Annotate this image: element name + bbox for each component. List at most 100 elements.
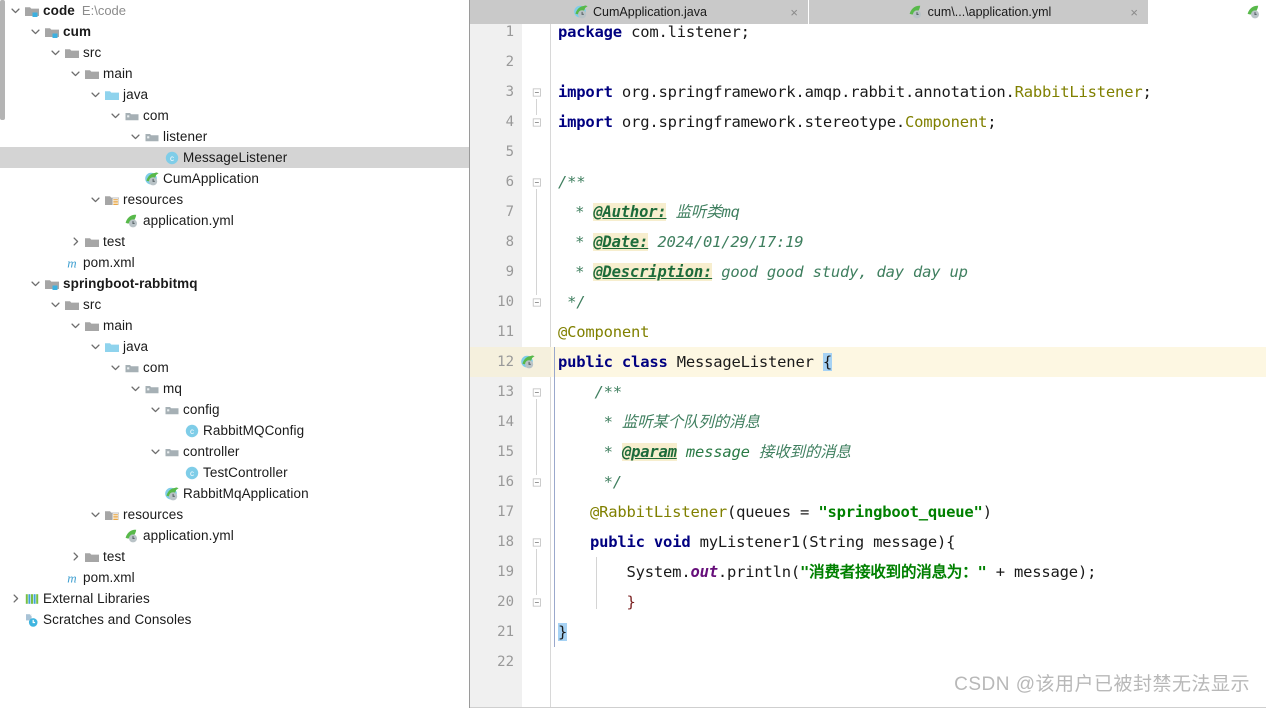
tree-row[interactable]: CumApplication [0, 168, 469, 189]
code-line[interactable]: * @Description: good good study, day day… [566, 257, 968, 287]
tree-row[interactable]: mq [0, 378, 469, 399]
code-line[interactable]: package com.listener; [558, 24, 750, 47]
chevron-right-icon[interactable] [8, 588, 23, 609]
chevron-down-icon[interactable] [108, 357, 123, 378]
chevron-down-icon[interactable] [148, 441, 163, 462]
chevron-down-icon[interactable] [148, 399, 163, 420]
code-fold-toggle[interactable] [530, 467, 546, 497]
code-line[interactable]: } [558, 587, 636, 617]
code-fold-toggle[interactable] [530, 107, 546, 137]
tree-row-label: com [143, 360, 169, 375]
token-punct: } [590, 593, 636, 611]
project-tree[interactable]: code E:\code cum src main java com listener c Mes… [0, 0, 469, 630]
project-tool-window[interactable]: code E:\code cum src main java com listener c Mes… [0, 0, 470, 708]
tree-row[interactable]: java [0, 84, 469, 105]
code-line[interactable]: public class MessageListener { [558, 347, 832, 377]
tree-row[interactable]: listener [0, 126, 469, 147]
code-line[interactable]: } [558, 617, 567, 647]
tree-row[interactable]: External Libraries [0, 588, 469, 609]
tree-row[interactable]: java [0, 336, 469, 357]
chevron-down-icon[interactable] [88, 189, 103, 210]
tree-row[interactable]: main [0, 63, 469, 84]
chevron-down-icon[interactable] [48, 294, 63, 315]
chevron-down-icon[interactable] [128, 126, 143, 147]
code-fold-toggle[interactable] [530, 287, 546, 317]
tree-row[interactable]: application.yml [0, 210, 469, 231]
tree-row[interactable]: com [0, 105, 469, 126]
tree-row[interactable]: code E:\code [0, 0, 469, 21]
code-line[interactable]: */ [558, 467, 622, 497]
code-line[interactable]: * 监听某个队列的消息 [558, 407, 760, 437]
tree-row-label: src [83, 45, 102, 60]
tree-row[interactable]: c RabbitMQConfig [0, 420, 469, 441]
tree-row[interactable]: Scratches and Consoles [0, 609, 469, 630]
code-line[interactable]: public void myListener1(String message){ [558, 527, 956, 557]
editor-tab[interactable] [1149, 0, 1266, 24]
tree-row[interactable]: springboot-rabbitmq [0, 273, 469, 294]
chevron-down-icon[interactable] [68, 315, 83, 336]
chevron-down-icon[interactable] [8, 0, 23, 21]
code-line[interactable]: import org.springframework.stereotype.Co… [558, 107, 997, 137]
tree-row[interactable]: c TestController [0, 462, 469, 483]
tree-row[interactable]: test [0, 231, 469, 252]
tree-row[interactable]: resources [0, 189, 469, 210]
tree-row[interactable]: m pom.xml [0, 567, 469, 588]
chevron-down-icon[interactable] [28, 21, 43, 42]
code-fold-toggle[interactable] [530, 527, 546, 557]
tree-row-label: controller [183, 444, 240, 459]
chevron-down-icon[interactable] [88, 504, 103, 525]
chevron-down-icon[interactable] [48, 42, 63, 63]
tree-row[interactable]: config [0, 399, 469, 420]
editor-tab-bar[interactable]: CumApplication.java × cum\...\application.… [470, 0, 1266, 24]
tree-indent-spacer [0, 336, 88, 357]
line-number: 8 [505, 234, 514, 250]
spring-bean-gutter-icon[interactable] [518, 347, 538, 377]
code-fold-toggle[interactable] [530, 587, 546, 617]
tree-row[interactable]: resources [0, 504, 469, 525]
tree-row[interactable]: RabbitMqApplication [0, 483, 469, 504]
code-line[interactable]: /** [558, 377, 623, 407]
code-line[interactable]: * @Author: 监听类mq [566, 197, 740, 227]
editor-body[interactable]: 1 2 3 4 5 6 7 8 9 10 11 12 13 14 15 16 17 18 19 20 21 22 packa… [470, 24, 1266, 708]
code-fold-toggle[interactable] [530, 377, 546, 407]
code-line[interactable]: import org.springframework.amqp.rabbit.a… [558, 77, 1152, 107]
chevron-down-icon[interactable] [108, 105, 123, 126]
tree-row[interactable]: cum [0, 21, 469, 42]
line-number: 14 [497, 414, 514, 430]
code-fold-toggle[interactable] [530, 167, 546, 197]
close-icon[interactable]: × [790, 6, 798, 19]
chevron-down-icon[interactable] [88, 336, 103, 357]
chevron-down-icon[interactable] [68, 63, 83, 84]
project-tree-scrollbar[interactable] [0, 0, 5, 120]
tree-row[interactable]: test [0, 546, 469, 567]
chevron-right-icon[interactable] [68, 546, 83, 567]
code-line[interactable]: @Component [558, 317, 650, 347]
chevron-right-icon[interactable] [68, 231, 83, 252]
chevron-down-icon[interactable] [128, 378, 143, 399]
code-line[interactable]: @RabbitListener(queues = "springboot_que… [558, 497, 992, 527]
code-fold-toggle[interactable] [530, 77, 546, 107]
tree-row-label: MessageListener [183, 150, 288, 165]
code-line[interactable]: */ [558, 287, 585, 317]
close-icon[interactable]: × [1130, 6, 1138, 19]
line-number: 5 [505, 144, 514, 160]
editor-tab[interactable]: cum\...\application.yml × [809, 0, 1149, 24]
chevron-down-icon[interactable] [28, 273, 43, 294]
code-text-area[interactable]: 1 2 3 4 5 6 7 8 9 10 11 12 13 14 15 16 17 18 19 20 21 22 packa… [470, 24, 1266, 708]
tree-row[interactable]: controller [0, 441, 469, 462]
tree-row[interactable]: com [0, 357, 469, 378]
editor-tab[interactable]: CumApplication.java × [470, 0, 809, 24]
tree-row[interactable]: m pom.xml [0, 252, 469, 273]
tree-row[interactable]: src [0, 294, 469, 315]
tree-row[interactable]: application.yml [0, 525, 469, 546]
code-line[interactable]: * @param message 接收到的消息 [558, 437, 851, 467]
tree-row[interactable]: c MessageListener [0, 147, 469, 168]
code-line[interactable]: /** [558, 167, 586, 197]
folder-icon [83, 546, 100, 567]
code-line[interactable]: System.out.println("消费者接收到的消息为：" + messa… [558, 557, 1097, 587]
tree-twisty-empty [48, 252, 63, 273]
tree-row[interactable]: main [0, 315, 469, 336]
tree-row[interactable]: src [0, 42, 469, 63]
code-line[interactable]: * @Date: 2024/01/29/17:19 [566, 227, 804, 257]
chevron-down-icon[interactable] [88, 84, 103, 105]
